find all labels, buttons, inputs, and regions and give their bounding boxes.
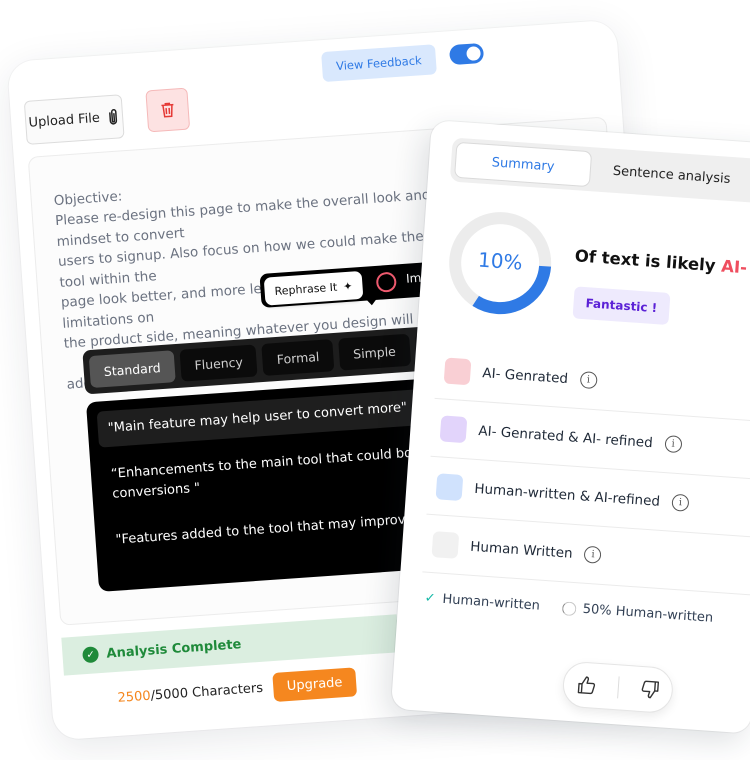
chars-total: /5000 Characters [150, 680, 264, 704]
tab-summary[interactable]: Summary [454, 141, 593, 188]
swatch-human-written [431, 530, 460, 559]
rating-badge: Fantastic ! [572, 286, 671, 325]
thumbs-down-icon [641, 680, 659, 699]
trash-icon [161, 102, 174, 118]
info-icon[interactable]: i [664, 435, 683, 454]
summary-checked-label: Human-written [441, 591, 541, 614]
info-icon[interactable]: i [583, 545, 603, 564]
feedback-vote-pill [561, 660, 675, 715]
delete-button[interactable] [145, 87, 191, 133]
paperclip-icon [108, 109, 117, 125]
headline-text: Of text is likely [574, 246, 722, 276]
mode-tab-formal[interactable]: Formal [261, 339, 335, 376]
headline-accent: AI- [720, 256, 748, 278]
mode-tab-standard[interactable]: Standard [88, 350, 176, 389]
analysis-card: Summary Sentence analysis 10% Of text is… [390, 120, 750, 734]
thumbs-up-button[interactable] [572, 670, 602, 700]
check-circle-icon: ✓ [82, 646, 100, 664]
chars-used: 2500 [117, 688, 152, 706]
check-icon: ✓ [424, 590, 437, 607]
summary-pending: 50% Human-written [561, 600, 714, 626]
editor-footer: 2500/5000 Characters Upgrade [117, 667, 358, 713]
swatch-human-ai-refined [435, 472, 464, 501]
thumbs-up-icon [577, 676, 595, 695]
status-text: Analysis Complete [106, 636, 242, 662]
impact-ring-icon [375, 271, 397, 293]
tab-sentence-analysis[interactable]: Sentence analysis [590, 151, 750, 198]
summary-row: ✓ Human-written 50% Human-written [424, 591, 713, 626]
swatch-ai-generated-refined [439, 414, 468, 443]
legend-label: AI- Genrated & AI- refined [477, 422, 654, 451]
legend-label: Human-written & AI-refined [473, 480, 661, 510]
analysis-status-bar: ✓ Analysis Complete [61, 614, 400, 676]
summary-pending-label: 50% Human-written [582, 601, 714, 626]
info-icon[interactable]: i [671, 493, 690, 512]
legend-label: AI- Genrated [481, 364, 569, 387]
character-count: 2500/5000 Characters [117, 681, 263, 706]
info-icon[interactable]: i [579, 370, 598, 390]
analysis-tabs: Summary Sentence analysis [449, 137, 750, 205]
feedback-toggle[interactable] [448, 42, 485, 66]
summary-checked: ✓ Human-written [424, 591, 540, 614]
toggle-knob [466, 46, 482, 62]
upload-file-label: Upload File [28, 110, 101, 131]
tooltip-caret [365, 297, 378, 306]
vote-divider [616, 676, 620, 699]
ai-headline: Of text is likely AI- [574, 246, 747, 277]
mode-tab-fluency[interactable]: Fluency [179, 344, 258, 382]
upload-file-button[interactable]: Upload File [23, 94, 125, 145]
sparkle-icon: ✦ [342, 279, 353, 293]
mode-tab-simple[interactable]: Simple [338, 333, 411, 371]
category-legend: AI- Genrated i AI- Genrated & AI- refine… [422, 340, 750, 597]
legend-label: Human Written [469, 538, 574, 562]
thumbs-down-button[interactable] [634, 675, 664, 705]
rephrase-label: Rephrase It [274, 280, 338, 298]
spinner-icon [561, 600, 577, 616]
swatch-ai-generated [443, 357, 472, 385]
upgrade-button[interactable]: Upgrade [271, 667, 358, 703]
rephrase-button[interactable]: Rephrase It ✦ [263, 270, 364, 306]
view-feedback-button[interactable]: View Feedback [321, 44, 437, 83]
